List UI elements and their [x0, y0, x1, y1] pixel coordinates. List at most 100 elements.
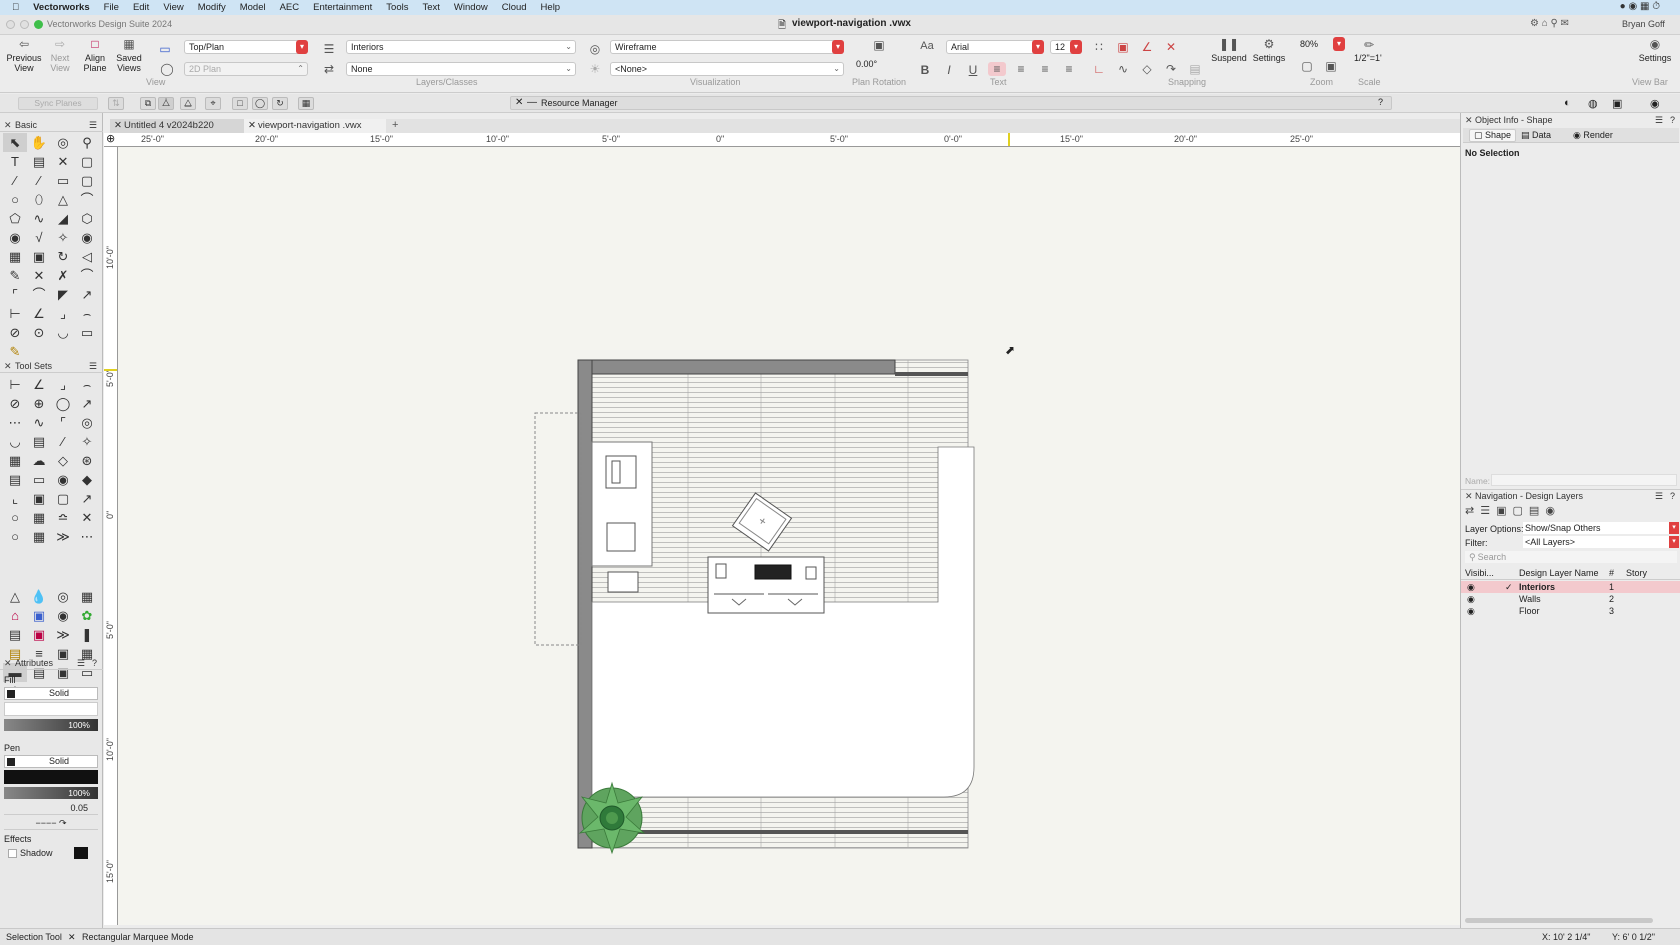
radius-tool-icon[interactable]: ⊘ — [3, 394, 27, 413]
render-mode-select[interactable]: Wireframe ▾ — [610, 40, 844, 54]
angle-dim-tool-icon[interactable]: ⌟ — [51, 375, 75, 394]
menu-entertainment[interactable]: Entertainment — [306, 2, 379, 13]
shadow-checkbox[interactable] — [8, 849, 17, 858]
fit-to-objects-icon[interactable]: ▢ — [1298, 59, 1316, 73]
menu-modify[interactable]: Modify — [191, 2, 233, 13]
furniture-set-icon[interactable]: ▣ — [27, 606, 51, 625]
palette-menu-icon[interactable]: ☰ — [89, 119, 97, 132]
nav-sheet-layers-icon[interactable]: ▣ — [1496, 505, 1512, 517]
section-tool-icon[interactable]: ▤ — [3, 470, 27, 489]
lasso-select-icon[interactable]: ↻ — [272, 97, 288, 110]
polygon-tool-icon[interactable]: ◢ — [51, 209, 75, 228]
radial-dim-tool-icon[interactable]: ⊘ — [3, 323, 27, 342]
reshape-tool-icon[interactable]: ▣ — [27, 247, 51, 266]
island-faucet[interactable] — [805, 566, 817, 580]
center-mark-tool-icon[interactable]: ⊕ — [27, 394, 51, 413]
nav-views-icon[interactable]: ▤ — [1529, 505, 1545, 517]
close-icon[interactable]: ✕ — [4, 657, 12, 670]
menu-model[interactable]: Model — [233, 2, 273, 13]
menu-cloud[interactable]: Cloud — [495, 2, 534, 13]
single-object-mode-icon[interactable]: □ — [232, 97, 248, 110]
flyover-tool-icon[interactable]: ◎ — [51, 133, 75, 152]
close-tab-icon[interactable]: ✕ — [114, 119, 122, 133]
column-story[interactable]: Story — [1626, 567, 1647, 579]
align-plane-button[interactable]: □ Align Plane — [80, 38, 110, 73]
suspend-button[interactable]: ❚❚ Suspend — [1210, 38, 1248, 63]
move-tool-icon[interactable]: ↗ — [75, 285, 99, 304]
close-icon[interactable]: ✕ — [4, 119, 12, 132]
comment-mode-icon[interactable]: ◯ — [252, 97, 268, 110]
paint-tool-icon[interactable]: ✎ — [3, 266, 27, 285]
spotlight-set-icon[interactable]: ≫ — [51, 625, 75, 644]
saved-views-button[interactable]: ▦ Saved Views — [114, 38, 144, 73]
menu-app[interactable]: Vectorworks — [26, 2, 97, 13]
floor-plan-drawing[interactable] — [118, 147, 1460, 925]
rotate-tool-icon[interactable]: ↻ — [51, 247, 75, 266]
site-set-icon[interactable]: △ — [3, 587, 27, 606]
layers-icon[interactable]: ☰ — [320, 42, 338, 56]
wall-left[interactable] — [577, 359, 593, 849]
attribute-mapping-tool-icon[interactable]: ✧ — [51, 228, 75, 247]
titlebar-icons[interactable]: ⚙ ⌂ ⚲ ✉ — [1530, 18, 1569, 29]
underline-icon[interactable]: U — [964, 63, 982, 77]
menu-window[interactable]: Window — [447, 2, 495, 13]
shadow-color-swatch[interactable] — [74, 847, 88, 859]
triangle-tool-icon[interactable]: △ — [51, 190, 75, 209]
horizontal-scrollbar[interactable] — [1465, 918, 1653, 923]
double-line-tool-icon[interactable]: ⁄ — [27, 171, 51, 190]
sync-planes-button[interactable]: Sync Planes — [18, 97, 98, 110]
user-name[interactable]: Bryan Goff — [1622, 19, 1665, 29]
leader-tool-icon[interactable]: ◯ — [51, 394, 75, 413]
quarter-arc-tool-icon[interactable]: ⌟ — [51, 304, 75, 323]
mirror-tool-icon[interactable]: ◁ — [75, 247, 99, 266]
intersect-tool-icon[interactable]: ✕ — [75, 508, 99, 527]
symbol-tool-icon[interactable]: ⊛ — [75, 451, 99, 470]
text-tool-icon[interactable]: T — [3, 152, 27, 171]
grid-tool-icon[interactable]: ◎ — [75, 413, 99, 432]
previous-view-button[interactable]: ⇦ Previous View — [6, 38, 42, 73]
elevation-tool-icon[interactable]: ◆ — [75, 470, 99, 489]
column-set-icon[interactable]: ❚ — [75, 625, 99, 644]
view-select[interactable]: Top/Plan ▾ — [184, 40, 308, 54]
zoom-tool-icon[interactable]: ⚲ — [75, 133, 99, 152]
visibility-tool-icon[interactable]: ◉ — [75, 228, 99, 247]
ramp-tool-icon[interactable]: ≫ — [51, 527, 75, 546]
snap-settings-button[interactable]: ⚙ Settings — [1250, 38, 1288, 63]
note-tool-icon[interactable]: ▤ — [27, 432, 51, 451]
door-tool-icon[interactable]: ▣ — [27, 489, 51, 508]
font-size-select[interactable]: 12 ▾ — [1050, 40, 1082, 54]
split-tool-icon[interactable]: ✕ — [27, 266, 51, 285]
layer-display-icon[interactable]: ◐ — [1564, 97, 1571, 109]
camera-icon[interactable]: ▣ — [1612, 97, 1622, 110]
tag-tool-icon[interactable]: ◇ — [51, 451, 75, 470]
help-icon[interactable]: ? — [1378, 97, 1383, 107]
detailing-set-icon[interactable]: ▦ — [75, 587, 99, 606]
zoom-field[interactable]: 80% ▾ — [1296, 37, 1345, 52]
mark-tool-icon[interactable]: ◉ — [51, 470, 75, 489]
menu-aec[interactable]: AEC — [273, 2, 307, 13]
tab-viewport-navigation[interactable]: ✕ viewport-navigation .vwx — [244, 119, 386, 133]
tab-render[interactable]: ◉ Render — [1573, 130, 1613, 141]
pen-style-select[interactable]: Solid — [4, 755, 98, 768]
snap-grid-icon[interactable]: ∷ — [1090, 40, 1108, 54]
line-tool-icon[interactable]: ∕ — [3, 171, 27, 190]
dimension-tool-icon[interactable]: ⊢ — [3, 304, 27, 323]
menu-help[interactable]: Help — [534, 2, 568, 13]
class-select[interactable]: None ⌄ — [346, 62, 576, 76]
classes-icon[interactable]: ⇄ — [320, 62, 338, 76]
circle-tool-icon[interactable]: ○ — [3, 190, 27, 209]
eye-icon[interactable]: ◉ — [1467, 581, 1475, 593]
resource-manager-bar[interactable]: ✕ — Resource Manager ? — [510, 96, 1392, 110]
display-options-icon[interactable]: ◉ — [1650, 97, 1660, 110]
tape-measure-tool-icon[interactable]: ✎ — [3, 342, 27, 361]
window-opening[interactable] — [534, 412, 582, 646]
next-view-button[interactable]: ⇨ Next View — [46, 38, 74, 73]
fit-to-page-icon[interactable]: ▣ — [1322, 59, 1340, 73]
layer-select[interactable]: Interiors ⌄ — [346, 40, 576, 54]
ruler-origin-icon[interactable]: ⊕ — [106, 132, 115, 145]
building-set-icon[interactable]: ⌂ — [3, 606, 27, 625]
arc-dim-tool-icon[interactable]: ∠ — [27, 375, 51, 394]
nav-classes-icon[interactable]: ⇄ — [1465, 505, 1480, 517]
eye-icon[interactable]: ◉ — [1467, 605, 1475, 617]
layer-options-select[interactable]: Show/Snap Others ▾ — [1523, 522, 1679, 534]
